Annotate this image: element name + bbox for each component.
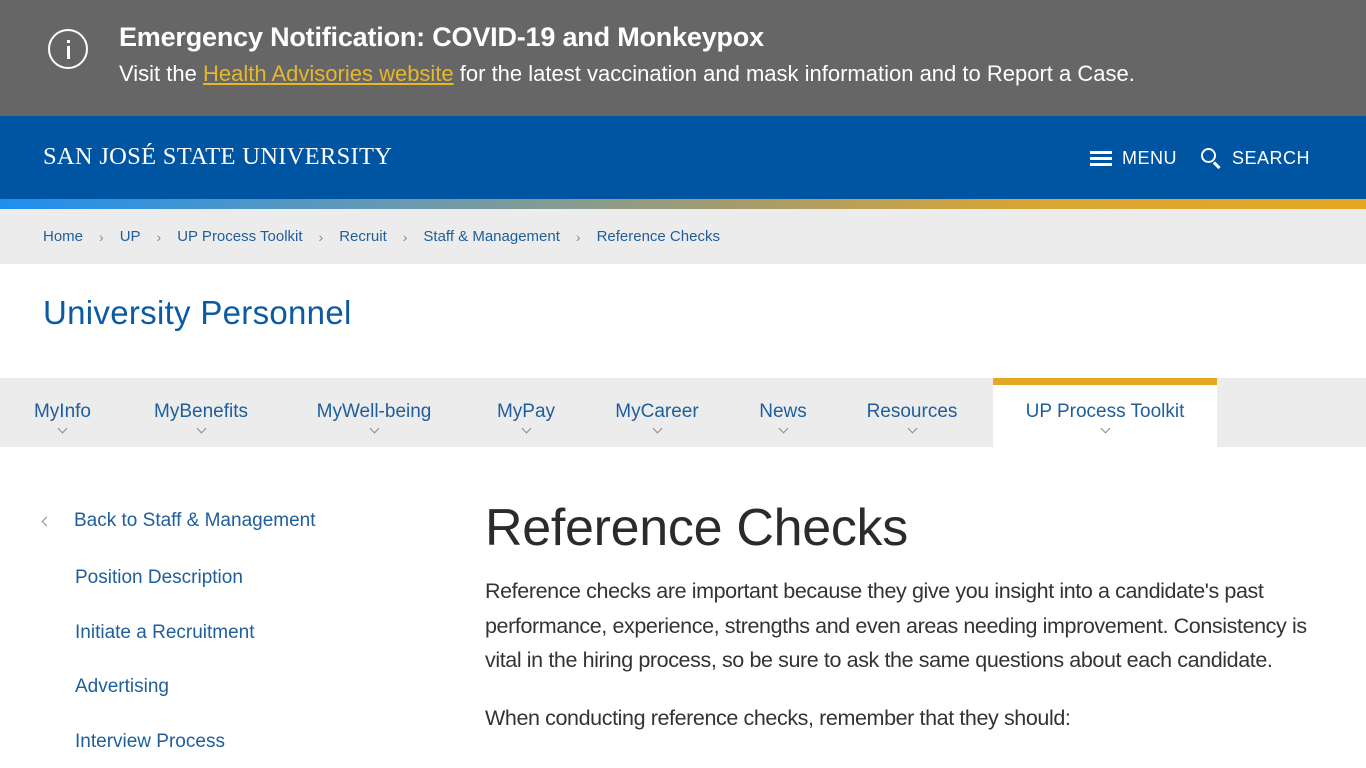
chevron-down-icon [196,423,206,434]
sidebar-item-initiate-recruitment[interactable]: Initiate a Recruitment [75,622,255,644]
nav-label: Resources [866,401,958,422]
nav-label: MyInfo [33,401,92,422]
menu-label: MENU [1122,147,1177,168]
nav-item-mywell-being[interactable]: MyWell-being [298,378,450,447]
health-advisories-link[interactable]: Health Advisories website [203,61,454,86]
breadcrumb: Home › UP › UP Process Toolkit › Recruit… [0,209,1366,264]
page-title: Reference Checks [485,499,908,557]
menu-button[interactable]: MENU [1090,146,1177,170]
breadcrumb-separator: › [99,228,104,245]
emergency-alert-banner: Emergency Notification: COVID-19 and Mon… [0,0,1366,116]
nav-item-resources[interactable]: Resources [854,378,970,447]
sidebar-item-position-description[interactable]: Position Description [75,567,243,589]
nav-label: MyWell-being [316,401,432,422]
breadcrumb-staff-management[interactable]: Staff & Management [423,228,559,245]
nav-item-mybenefits[interactable]: MyBenefits [140,378,262,447]
search-label: SEARCH [1232,147,1311,168]
alert-text-after: for the latest vaccination and mask info… [453,61,1135,86]
chevron-left-icon [41,516,52,526]
breadcrumb-separator: › [575,228,581,245]
chevron-down-icon [1100,423,1110,434]
section-title[interactable]: University Personnel [43,294,352,332]
alert-text-before: Visit the [119,61,203,86]
alert-title: Emergency Notification: COVID-19 and Mon… [119,22,764,52]
nav-item-mypay[interactable]: MyPay [484,378,568,447]
university-logo[interactable]: SAN JOSÉ STATE UNIVERSITY [43,143,392,171]
breadcrumb-up-process-toolkit[interactable]: UP Process Toolkit [177,228,302,245]
breadcrumb-separator: › [318,228,324,245]
sidebar-item-advertising[interactable]: Advertising [75,676,169,698]
breadcrumb-separator: › [402,228,408,245]
breadcrumb-separator: › [156,228,162,245]
back-label: Back to Staff & Management [74,510,316,531]
info-icon [48,29,88,69]
nav-label: UP Process Toolkit [1025,401,1185,422]
section-nav: MyInfo MyBenefits MyWell-being MyPay MyC… [0,378,1366,447]
chevron-down-icon [57,423,68,434]
chevron-down-icon [907,423,917,434]
header-accent-bar [0,199,1366,209]
breadcrumb-recruit[interactable]: Recruit [339,228,387,245]
back-to-staff-management-link[interactable]: Back to Staff & Management [41,510,316,532]
nav-label: MyPay [496,401,556,422]
chevron-down-icon [778,423,788,434]
main-content: Reference Checks Reference checks are im… [485,495,1325,735]
hamburger-icon [1090,150,1112,166]
nav-item-up-process-toolkit[interactable]: UP Process Toolkit [993,378,1217,447]
nav-item-myinfo[interactable]: MyInfo [20,378,105,447]
nav-item-mycareer[interactable]: MyCareer [602,378,712,447]
chevron-down-icon [369,423,379,434]
nav-item-news[interactable]: News [746,378,820,447]
search-button[interactable]: SEARCH [1200,146,1310,170]
sidebar-item-interview-process[interactable]: Interview Process [75,731,225,753]
site-header: SAN JOSÉ STATE UNIVERSITY MENU SEARCH [0,116,1366,199]
intro-paragraph: Reference checks are important because t… [485,579,1307,672]
chevron-down-icon [521,423,531,434]
breadcrumb-up[interactable]: UP [120,228,141,245]
chevron-down-icon [652,423,662,434]
reference-checks-lead-in: When conducting reference checks, rememb… [485,705,1071,730]
nav-label: MyCareer [615,401,699,422]
nav-label: MyBenefits [154,401,248,422]
alert-text: Visit the Health Advisories website for … [119,61,1135,87]
nav-label: News [759,401,807,422]
search-icon [1200,147,1222,169]
breadcrumb-reference-checks[interactable]: Reference Checks [597,228,720,245]
breadcrumb-home[interactable]: Home [43,228,83,245]
